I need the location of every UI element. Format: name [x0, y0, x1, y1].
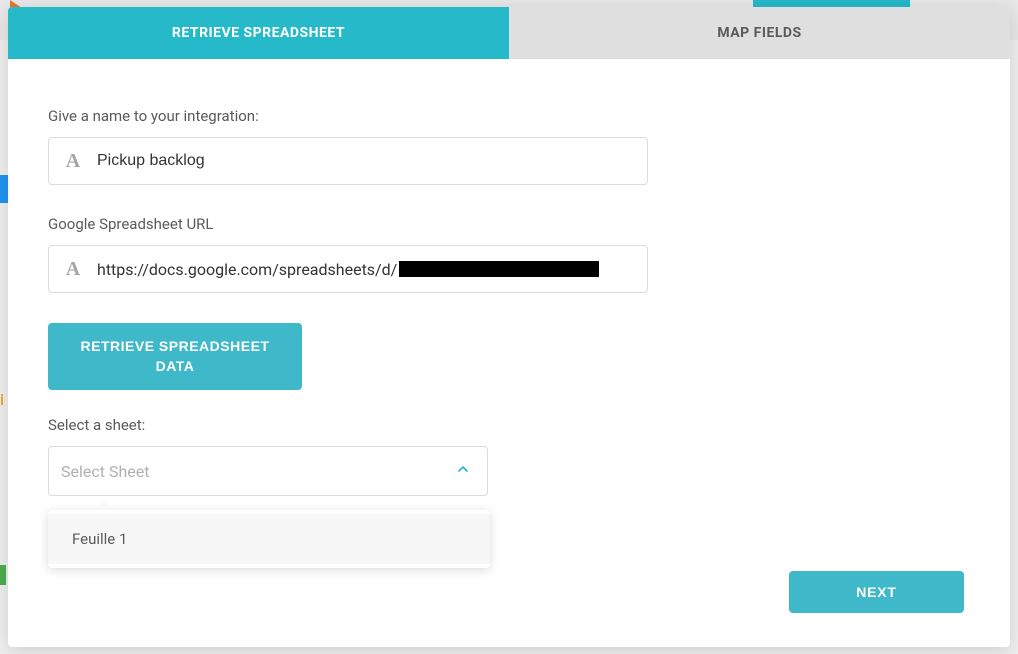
font-icon: A: [49, 150, 97, 173]
background-top-button: [753, 0, 910, 7]
font-icon: A: [49, 258, 97, 281]
next-button[interactable]: NEXT: [789, 571, 964, 613]
retrieve-spreadsheet-button[interactable]: RETRIEVE SPREADSHEET DATA: [48, 323, 302, 390]
spreadsheet-url-input-wrapper[interactable]: A https://docs.google.com/spreadsheets/d…: [48, 245, 648, 293]
sheet-dropdown: Feuille 1: [48, 510, 490, 568]
spreadsheet-url-input[interactable]: https://docs.google.com/spreadsheets/d/: [97, 260, 647, 279]
sheet-select[interactable]: Select Sheet: [48, 446, 488, 496]
integration-modal: RETRIEVE SPREADSHEET MAP FIELDS Give a n…: [8, 7, 1010, 647]
chevron-up-icon: [455, 461, 471, 481]
tabs-container: RETRIEVE SPREADSHEET MAP FIELDS: [8, 7, 1010, 59]
tab-map-fields[interactable]: MAP FIELDS: [509, 7, 1010, 59]
integration-name-input-wrapper[interactable]: A: [48, 137, 648, 185]
sheet-select-wrapper: Select Sheet Feuille 1: [48, 446, 488, 496]
select-sheet-label: Select a sheet:: [48, 416, 970, 434]
integration-name-group: Give a name to your integration: A: [48, 107, 970, 185]
background-side-green: [0, 565, 6, 585]
tab-retrieve-spreadsheet[interactable]: RETRIEVE SPREADSHEET: [8, 7, 509, 59]
select-sheet-group: Select a sheet:: [48, 416, 970, 434]
sheet-option[interactable]: Feuille 1: [48, 514, 490, 564]
background-side-blue: [0, 175, 8, 203]
integration-name-input[interactable]: [97, 152, 647, 170]
redacted-url-part: [399, 261, 599, 277]
sheet-select-placeholder: Select Sheet: [61, 462, 149, 481]
spreadsheet-url-label: Google Spreadsheet URL: [48, 215, 970, 233]
integration-name-label: Give a name to your integration:: [48, 107, 970, 125]
modal-content: Give a name to your integration: A Googl…: [8, 59, 1010, 647]
spreadsheet-url-text: https://docs.google.com/spreadsheets/d/: [97, 260, 397, 279]
spreadsheet-url-group: Google Spreadsheet URL A https://docs.go…: [48, 215, 970, 293]
